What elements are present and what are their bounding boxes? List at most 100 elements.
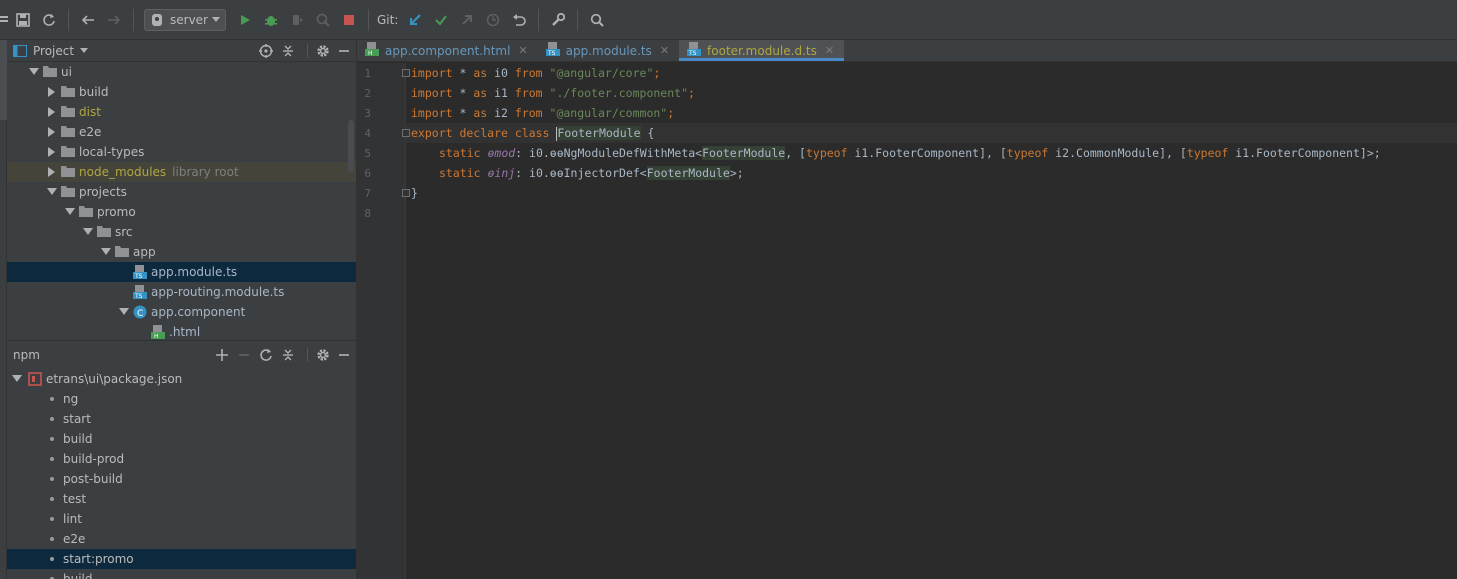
git-history-icon[interactable] <box>482 9 504 31</box>
git-rollback-icon[interactable] <box>508 9 530 31</box>
npm-script-item[interactable]: start:promo <box>7 549 356 569</box>
npm-script-item[interactable]: post-build <box>7 469 356 489</box>
sync-icon[interactable] <box>38 9 60 31</box>
svg-text:TS: TS <box>688 50 697 56</box>
collapsed-arrow-icon[interactable] <box>45 85 59 99</box>
tree-item[interactable]: H .html <box>7 322 356 340</box>
npm-script-item[interactable]: lint <box>7 509 356 529</box>
code-line-1: import * as i0 from "@angular/core"; <box>411 63 660 83</box>
save-all-icon[interactable] <box>12 9 34 31</box>
editor-tab[interactable]: Happ.component.html ✕ <box>357 40 538 61</box>
back-icon[interactable] <box>77 9 99 31</box>
tree-item[interactable]: projects <box>7 182 356 202</box>
keyword: typeof <box>1186 146 1229 160</box>
git-push-icon[interactable] <box>456 9 478 31</box>
expanded-arrow-icon[interactable] <box>45 185 59 199</box>
tree-item[interactable]: TS app-routing.module.ts <box>7 282 356 302</box>
typescript-file-icon: TS <box>133 285 147 300</box>
expanded-arrow-icon[interactable] <box>117 305 131 319</box>
code-text: i2 <box>487 106 515 120</box>
collapsed-arrow-icon[interactable] <box>45 165 59 179</box>
tree-item[interactable]: node_modules library root <box>7 162 356 182</box>
code-text: * <box>452 106 474 120</box>
tree-item[interactable]: TS app.module.ts <box>7 262 356 282</box>
minimize-icon[interactable] <box>338 44 350 58</box>
node-icon <box>152 13 162 26</box>
npm-script-item[interactable]: build-prod <box>7 449 356 469</box>
settings-wrench-icon[interactable] <box>547 9 569 31</box>
reload-icon[interactable] <box>259 348 273 362</box>
close-icon[interactable]: ✕ <box>518 44 527 57</box>
code-text: ; <box>688 86 695 100</box>
expand-arrow-icon[interactable] <box>10 372 24 386</box>
collapsed-arrow-icon[interactable] <box>45 145 59 159</box>
line-number: 2 <box>364 87 371 100</box>
fold-marker-icon[interactable] <box>402 69 410 77</box>
collapse-all-icon[interactable] <box>281 44 295 58</box>
add-icon[interactable] <box>215 348 229 362</box>
menu-icon[interactable] <box>0 9 8 31</box>
npm-script-item[interactable]: start <box>7 409 356 429</box>
git-update-icon[interactable] <box>404 9 426 31</box>
tree-item[interactable]: build <box>7 82 356 102</box>
tree-item[interactable]: dist <box>7 102 356 122</box>
tree-item[interactable]: promo <box>7 202 356 222</box>
expanded-arrow-icon[interactable] <box>63 205 77 219</box>
code-text: >; <box>729 166 744 180</box>
keyword: from <box>514 106 543 120</box>
stop-icon[interactable] <box>338 9 360 31</box>
locate-icon[interactable] <box>259 44 273 58</box>
library-root-hint: library root <box>172 165 239 179</box>
code-text: } <box>411 186 418 200</box>
collapsed-arrow-icon[interactable] <box>45 105 59 119</box>
field-name: ɵmod <box>487 146 516 160</box>
folder-icon <box>61 105 75 119</box>
typescript-file-icon: TS <box>687 42 702 59</box>
close-icon[interactable]: ✕ <box>660 44 669 57</box>
debug-icon[interactable] <box>260 9 282 31</box>
git-commit-icon[interactable] <box>430 9 452 31</box>
npm-package-row[interactable]: etrans\ui\package.json <box>7 369 356 389</box>
expanded-arrow-icon[interactable] <box>99 245 113 259</box>
collapsed-arrow-icon[interactable] <box>45 125 59 139</box>
tree-item[interactable]: local-types <box>7 142 356 162</box>
expanded-arrow-icon[interactable] <box>27 65 41 79</box>
code-editor: Happ.component.html ✕ TS app.module.ts ✕ TS fo… <box>357 40 1457 579</box>
expanded-arrow-icon[interactable] <box>81 225 95 239</box>
gear-icon[interactable] <box>316 44 330 58</box>
gear-icon[interactable] <box>316 348 330 362</box>
npm-script-item[interactable]: build <box>7 429 356 449</box>
run-icon[interactable] <box>234 9 256 31</box>
tree-item[interactable]: src <box>7 222 356 242</box>
npm-script-label: test <box>63 492 87 506</box>
close-icon[interactable]: ✕ <box>825 44 834 57</box>
code-line-2: import * as i1 from "./footer.component"… <box>411 83 695 103</box>
project-tree-scrollbar[interactable] <box>348 120 354 172</box>
npm-script-item[interactable]: build <box>7 569 356 579</box>
collapse-all-icon[interactable] <box>281 348 295 362</box>
chevron-down-icon[interactable] <box>80 47 89 54</box>
fold-marker-icon[interactable] <box>402 189 410 197</box>
run-configuration-dropdown[interactable]: server <box>144 8 226 31</box>
remove-icon[interactable] <box>237 348 251 362</box>
editor-tab[interactable]: TS app.module.ts ✕ <box>538 40 679 61</box>
project-tool-window-tab[interactable] <box>0 40 7 120</box>
profile-icon[interactable] <box>312 9 334 31</box>
fold-marker-icon[interactable] <box>402 129 410 137</box>
search-icon[interactable] <box>586 9 608 31</box>
minimize-icon[interactable] <box>338 348 350 362</box>
npm-script-item[interactable]: e2e <box>7 529 356 549</box>
tree-item[interactable]: app <box>7 242 356 262</box>
line-number: 8 <box>364 207 371 220</box>
tree-item[interactable]: Capp.component <box>7 302 356 322</box>
run-with-coverage-icon[interactable] <box>286 9 308 31</box>
npm-script-item[interactable]: ng <box>7 389 356 409</box>
npm-script-label: post-build <box>63 472 123 486</box>
main-toolbar: server Git: <box>0 0 1457 40</box>
project-panel-title[interactable]: Project <box>33 44 74 58</box>
forward-icon[interactable] <box>103 9 125 31</box>
tree-item[interactable]: e2e <box>7 122 356 142</box>
editor-tab[interactable]: TS footer.module.d.ts ✕ <box>679 40 845 61</box>
tree-item[interactable]: ui <box>7 62 356 82</box>
npm-script-item[interactable]: test <box>7 489 356 509</box>
